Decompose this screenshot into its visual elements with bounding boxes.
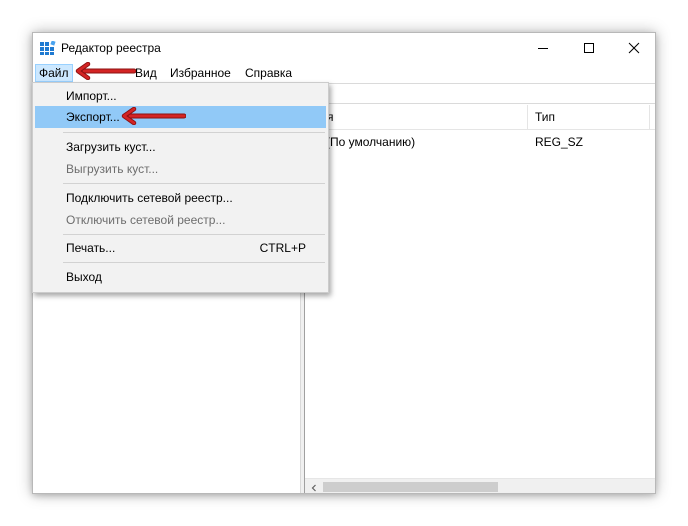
horizontal-scrollbar[interactable] (305, 478, 655, 493)
scroll-left-arrow-icon[interactable] (305, 479, 322, 493)
scrollbar-thumb[interactable] (323, 482, 498, 492)
values-pane[interactable]: я Тип (По умолчанию) REG_SZ (305, 105, 655, 493)
title-bar[interactable]: Редактор реестра (33, 33, 655, 63)
menu-item-disconnect-network-registry: Отключить сетевой реестр... (66, 213, 226, 227)
menu-separator (63, 262, 325, 263)
value-name: (По умолчанию) (326, 135, 416, 149)
menu-item-exit[interactable]: Выход (35, 266, 326, 288)
red-pointer-arrow-icon (121, 107, 186, 125)
menu-separator (63, 183, 325, 184)
window-title: Редактор реестра (61, 41, 161, 55)
column-divider[interactable] (649, 105, 650, 130)
close-icon (628, 42, 640, 54)
menu-separator (63, 132, 325, 133)
menu-item-load-hive[interactable]: Загрузить куст... (35, 136, 326, 158)
shortcut-ctrl-p: CTRL+P (259, 241, 306, 255)
menu-item-import[interactable]: Импорт... (35, 85, 326, 107)
column-divider[interactable] (527, 105, 528, 130)
minimize-button[interactable] (520, 33, 566, 63)
maximize-button[interactable] (566, 33, 612, 63)
menu-item-print-label: Печать... (66, 241, 116, 255)
menu-item-unload-hive: Выгрузить куст... (66, 162, 159, 176)
menu-favorites[interactable]: Избранное (166, 64, 235, 82)
maximize-icon (584, 43, 594, 53)
menu-item-print[interactable]: Печать... CTRL+P (35, 237, 326, 259)
menu-item-connect-network-registry[interactable]: Подключить сетевой реестр... (35, 187, 326, 209)
menu-help[interactable]: Справка (241, 64, 296, 82)
close-button[interactable] (611, 33, 655, 63)
column-type-header[interactable]: Тип (535, 110, 555, 124)
menu-separator (63, 234, 325, 235)
registry-editor-icon (40, 40, 56, 55)
menu-file[interactable]: Файл (35, 64, 73, 82)
minimize-icon (538, 48, 548, 49)
values-column-header: я Тип (305, 105, 655, 130)
table-row[interactable]: (По умолчанию) REG_SZ (305, 130, 655, 152)
value-type: REG_SZ (535, 135, 584, 149)
red-pointer-arrow-icon (75, 62, 136, 80)
